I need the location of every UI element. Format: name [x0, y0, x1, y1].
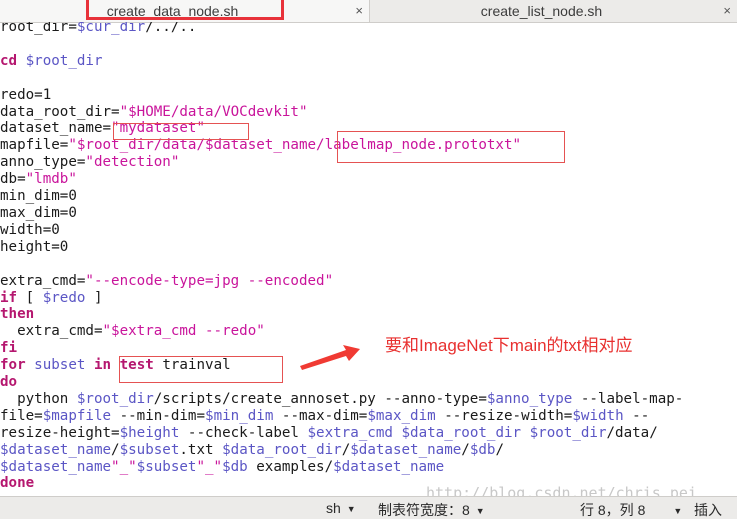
- close-icon[interactable]: ×: [355, 0, 363, 22]
- annotation-note: 要和ImageNet下main的txt相对应: [385, 336, 633, 355]
- tab-width-selector[interactable]: 制表符宽度：8 ▼: [378, 500, 485, 520]
- subset-highlight-box: [119, 356, 283, 383]
- tab-create-list-node[interactable]: create_list_node.sh ×: [370, 0, 737, 22]
- tab-bar: create_data_node.sh × create_list_node.s…: [0, 0, 737, 23]
- insert-mode-indicator[interactable]: 插入: [694, 500, 722, 520]
- status-bar: sh ▼ 制表符宽度：8 ▼ 行 8，列 8 ▼ 插入: [0, 496, 737, 519]
- tab-label: create_list_node.sh: [480, 3, 603, 19]
- dataset-name-highlight-box: [113, 123, 249, 140]
- tab-highlight-box: [86, 0, 284, 20]
- dropdown-caret-icon: ▼: [346, 504, 356, 514]
- labelmap-highlight-box: [337, 131, 565, 163]
- code-text: root_dir=$cur_dir/../.. cd $root_dir red…: [0, 22, 684, 492]
- language-selector[interactable]: sh ▼: [326, 500, 356, 516]
- dropdown-caret-icon: ▼: [673, 506, 683, 516]
- code-editor[interactable]: root_dir=$cur_dir/../.. cd $root_dir red…: [0, 22, 737, 496]
- cursor-position-selector[interactable]: 行 8，列 8 ▼: [580, 500, 682, 520]
- close-icon[interactable]: ×: [723, 0, 731, 22]
- dropdown-caret-icon: ▼: [475, 506, 485, 516]
